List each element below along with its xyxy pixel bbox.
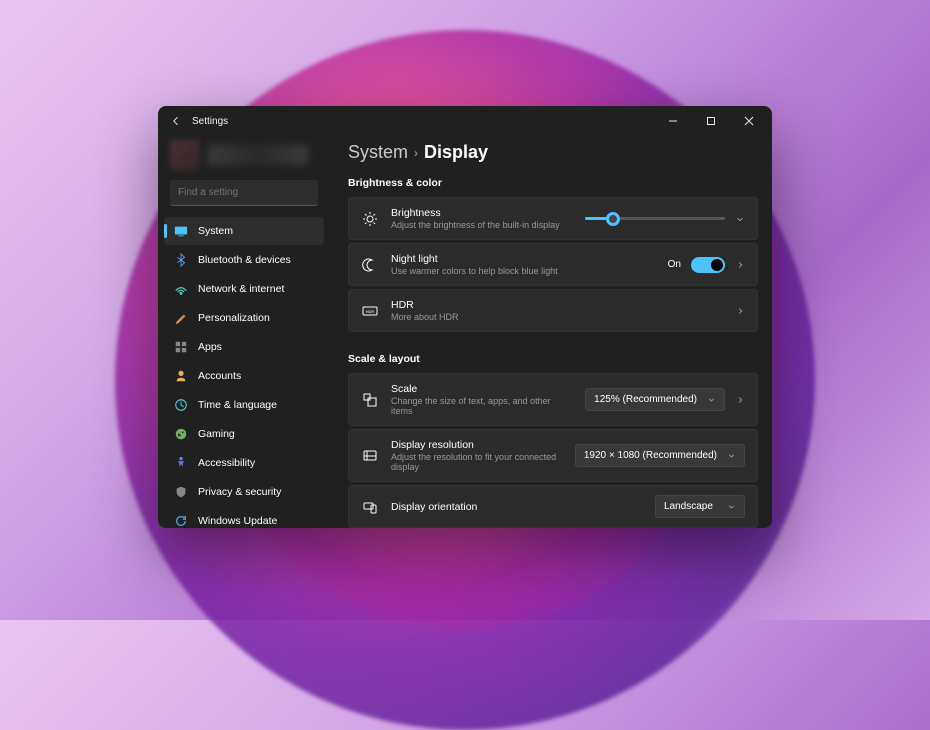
settings-window: Settings System xyxy=(158,106,772,528)
brightness-icon xyxy=(361,210,379,228)
sidebar-item-accessibility[interactable]: Accessibility xyxy=(164,449,324,477)
sidebar-item-apps[interactable]: Apps xyxy=(164,333,324,361)
sidebar-item-label: Network & internet xyxy=(198,283,284,295)
sidebar-item-label: Windows Update xyxy=(198,515,277,527)
resolution-icon xyxy=(361,447,379,465)
scale-icon xyxy=(361,391,379,409)
card-title: Display resolution xyxy=(391,439,563,451)
sidebar-item-system[interactable]: System xyxy=(164,217,324,245)
card-title: Scale xyxy=(391,383,573,395)
card-subtitle: More about HDR xyxy=(391,312,723,322)
sidebar-item-label: Apps xyxy=(198,341,222,353)
nav-list: System Bluetooth & devices Network & int… xyxy=(164,216,324,528)
network-icon xyxy=(174,282,188,296)
card-title: Brightness xyxy=(391,207,573,219)
sidebar-item-label: Privacy & security xyxy=(198,486,281,498)
sidebar-item-label: Gaming xyxy=(198,428,235,440)
toggle-state-label: On xyxy=(668,259,681,270)
sidebar-item-network[interactable]: Network & internet xyxy=(164,275,324,303)
accounts-icon xyxy=(174,369,188,383)
chevron-down-icon xyxy=(727,451,736,460)
resolution-card[interactable]: Display resolution Adjust the resolution… xyxy=(348,429,758,482)
sidebar-item-label: Time & language xyxy=(198,399,277,411)
accessibility-icon xyxy=(174,456,188,470)
dropdown-value: 125% (Recommended) xyxy=(594,394,697,405)
chevron-down-icon xyxy=(707,395,716,404)
hdr-icon: HDR xyxy=(361,302,379,320)
breadcrumb-parent[interactable]: System xyxy=(348,142,408,163)
update-icon xyxy=(174,514,188,528)
chevron-right-icon: › xyxy=(414,146,418,160)
sidebar-item-update[interactable]: Windows Update xyxy=(164,507,324,528)
svg-text:HDR: HDR xyxy=(366,309,375,314)
card-title: HDR xyxy=(391,299,723,311)
chevron-right-icon[interactable] xyxy=(735,260,745,270)
titlebar: Settings xyxy=(158,106,772,136)
card-title: Night light xyxy=(391,253,656,265)
brightness-slider[interactable] xyxy=(585,217,725,220)
sidebar-item-label: Accounts xyxy=(198,370,241,382)
nightlight-icon xyxy=(361,256,379,274)
breadcrumb-current: Display xyxy=(424,142,488,163)
orientation-dropdown[interactable]: Landscape xyxy=(655,495,745,518)
user-profile[interactable] xyxy=(170,138,318,172)
bluetooth-icon xyxy=(174,253,188,267)
card-subtitle: Adjust the brightness of the built-in di… xyxy=(391,220,573,230)
back-arrow-icon[interactable] xyxy=(170,115,182,127)
breadcrumb: System › Display xyxy=(348,142,770,163)
personalization-icon xyxy=(174,311,188,325)
user-name-redacted xyxy=(208,145,308,165)
sidebar-item-privacy[interactable]: Privacy & security xyxy=(164,478,324,506)
apps-icon xyxy=(174,340,188,354)
sidebar-item-accounts[interactable]: Accounts xyxy=(164,362,324,390)
card-subtitle: Adjust the resolution to fit your connec… xyxy=(391,452,563,472)
orientation-icon xyxy=(361,498,379,516)
system-icon xyxy=(174,224,188,238)
sidebar-item-personalization[interactable]: Personalization xyxy=(164,304,324,332)
scale-dropdown[interactable]: 125% (Recommended) xyxy=(585,388,725,411)
dropdown-value: 1920 × 1080 (Recommended) xyxy=(584,450,717,461)
maximize-button[interactable] xyxy=(692,106,730,136)
dropdown-value: Landscape xyxy=(664,501,713,512)
chevron-down-icon xyxy=(727,502,736,511)
orientation-card[interactable]: Display orientation Landscape xyxy=(348,485,758,528)
slider-thumb[interactable] xyxy=(606,212,620,226)
minimize-button[interactable] xyxy=(654,106,692,136)
sidebar-item-label: Bluetooth & devices xyxy=(198,254,291,266)
sidebar-item-gaming[interactable]: Gaming xyxy=(164,420,324,448)
sidebar-item-label: System xyxy=(198,225,233,237)
sidebar: System Bluetooth & devices Network & int… xyxy=(158,136,330,528)
scale-card[interactable]: Scale Change the size of text, apps, and… xyxy=(348,373,758,426)
sidebar-item-label: Accessibility xyxy=(198,457,255,469)
section-brightness-color: Brightness & color xyxy=(348,177,758,189)
time-icon xyxy=(174,398,188,412)
card-subtitle: Change the size of text, apps, and other… xyxy=(391,396,573,416)
card-subtitle: Use warmer colors to help block blue lig… xyxy=(391,266,656,276)
app-title: Settings xyxy=(192,116,228,127)
sidebar-item-bluetooth[interactable]: Bluetooth & devices xyxy=(164,246,324,274)
close-button[interactable] xyxy=(730,106,768,136)
nightlight-toggle[interactable] xyxy=(691,257,725,273)
card-title: Display orientation xyxy=(391,501,643,513)
gaming-icon xyxy=(174,427,188,441)
nightlight-card[interactable]: Night light Use warmer colors to help bl… xyxy=(348,243,758,286)
main-content: System › Display Brightness & color Brig… xyxy=(330,136,772,528)
avatar xyxy=(170,140,200,170)
section-scale-layout: Scale & layout xyxy=(348,353,758,365)
resolution-dropdown[interactable]: 1920 × 1080 (Recommended) xyxy=(575,444,745,467)
hdr-card[interactable]: HDR HDR More about HDR xyxy=(348,289,758,332)
chevron-down-icon[interactable] xyxy=(735,214,745,224)
search-box[interactable] xyxy=(170,180,318,206)
brightness-card[interactable]: Brightness Adjust the brightness of the … xyxy=(348,197,758,240)
chevron-right-icon[interactable] xyxy=(735,306,745,316)
privacy-icon xyxy=(174,485,188,499)
chevron-right-icon[interactable] xyxy=(735,395,745,405)
sidebar-item-time[interactable]: Time & language xyxy=(164,391,324,419)
sidebar-item-label: Personalization xyxy=(198,312,270,324)
search-input[interactable] xyxy=(178,187,310,198)
